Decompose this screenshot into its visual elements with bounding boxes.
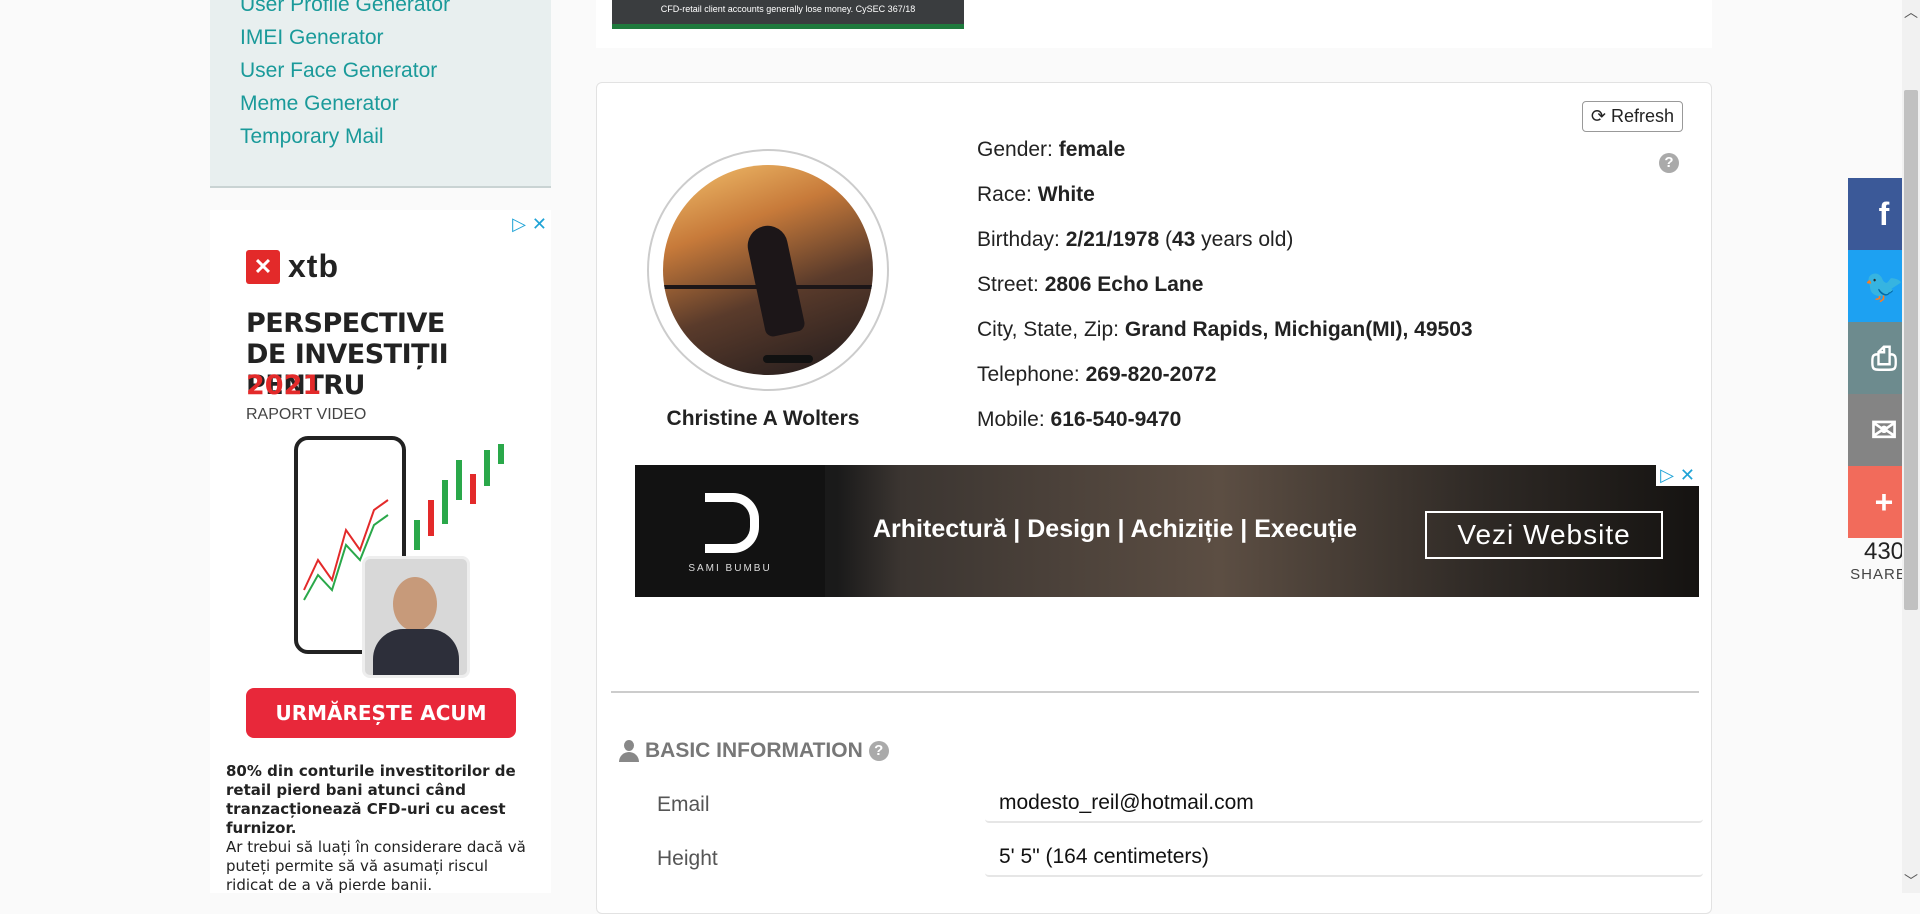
city-value: Grand Rapids, Michigan(MI), 49503	[1124, 318, 1473, 341]
xtb-logo: ✕ xtb	[246, 248, 339, 285]
help-icon[interactable]: ?	[1659, 153, 1679, 173]
refresh-button[interactable]: ⟳ Refresh	[1581, 101, 1683, 132]
refresh-label: Refresh	[1610, 106, 1674, 126]
adchoices-icon[interactable]: ▷	[1660, 465, 1674, 486]
tool-link-user-profile-generator[interactable]: User Profile Generator	[240, 0, 450, 21]
tools-list: User Profile Generator IMEI Generator Us…	[240, 0, 450, 153]
scroll-up-icon[interactable]: ︿	[1902, 2, 1920, 22]
city-row: City, State, Zip: Grand Rapids, Michigan…	[977, 318, 1473, 341]
scrollbar-thumb[interactable]	[1904, 90, 1918, 610]
email-field[interactable]: modesto_reil@hotmail.com	[985, 783, 1703, 823]
birthday-row: Birthday: 2/21/1978 (43 years old)	[977, 228, 1294, 251]
banner-text: Arhitectură | Design | Achiziție | Execu…	[873, 515, 1358, 543]
side-advertisement[interactable]: ▷ ✕ ✕ xtb PERSPECTIVE DE INVESTIȚII PENT…	[210, 210, 551, 893]
ad-year: 2021	[246, 370, 322, 401]
section-divider	[611, 691, 1699, 693]
top-advertisement[interactable]: CFD-retail client accounts generally los…	[612, 0, 964, 29]
gender-value: female	[1058, 138, 1126, 161]
email-label: Email	[657, 793, 710, 816]
tool-link-temporary-mail[interactable]: Temporary Mail	[240, 120, 450, 153]
xtb-brand: xtb	[288, 248, 339, 284]
telephone-value: 269-820-2072	[1085, 363, 1217, 386]
logo-text: SAMI BUMBU	[688, 563, 772, 574]
top-ad-container: CFD-retail client accounts generally los…	[596, 0, 1712, 48]
banner-ad-choices[interactable]: ▷ ✕	[1656, 465, 1699, 486]
height-field[interactable]: 5' 5" (164 centimeters)	[985, 837, 1703, 877]
birthday-value: 2/21/1978	[1065, 228, 1160, 251]
mobile-value: 616-540-9470	[1050, 408, 1182, 431]
telephone-row: Telephone: 269-820-2072	[977, 363, 1217, 386]
race-value: White	[1037, 183, 1095, 206]
ad-choices[interactable]: ▷ ✕	[512, 214, 547, 235]
help-icon[interactable]: ?	[868, 741, 889, 761]
print-icon: ⎙	[1871, 340, 1897, 376]
close-icon[interactable]: ✕	[1680, 465, 1695, 486]
profile-details: Gender: female Race: White Birthday: 2/2…	[977, 127, 1473, 442]
basic-info-title: BASIC INFORMATION	[645, 739, 863, 762]
profile-name: Christine A Wolters	[666, 407, 860, 430]
scrollbar[interactable]: ︿ ﹀	[1902, 0, 1920, 893]
candlesticks-illustration	[414, 444, 504, 550]
refresh-icon: ⟳	[1590, 106, 1606, 126]
visit-website-button[interactable]: Vezi Website	[1425, 511, 1663, 559]
plus-icon: +	[1874, 484, 1894, 520]
age-value: 43	[1171, 228, 1196, 251]
close-icon[interactable]: ✕	[532, 214, 547, 235]
ad-subtitle: RAPORT VIDEO	[246, 406, 367, 423]
xtb-mark-icon: ✕	[246, 249, 280, 284]
tools-panel: User Profile Generator IMEI Generator Us…	[210, 0, 551, 188]
twitter-icon: 🐦	[1864, 268, 1904, 304]
race-row: Race: White	[977, 183, 1095, 206]
ad-disclaimer: 80% din conturile investitorilor de reta…	[226, 762, 538, 893]
gender-row: Gender: female	[977, 138, 1126, 161]
mail-icon: ✉	[1870, 412, 1898, 448]
basic-info-heading: BASIC INFORMATION ?	[619, 739, 889, 763]
adchoices-icon[interactable]: ▷	[512, 214, 526, 235]
scroll-down-icon[interactable]: ﹀	[1902, 871, 1920, 891]
presenter-image	[362, 556, 470, 678]
sami-bumbu-logo: SAMI BUMBU	[635, 465, 825, 597]
ad-cta-button[interactable]: URMĂREȘTE ACUM	[246, 688, 516, 738]
info-row-email: Email modesto_reil@hotmail.com	[597, 783, 1711, 833]
ad-disclaimer-text: Ar trebui să luați în considerare dacă v…	[226, 838, 526, 893]
info-row-height: Height 5' 5" (164 centimeters)	[597, 837, 1711, 887]
sidebar: User Profile Generator IMEI Generator Us…	[210, 0, 551, 893]
mobile-row: Mobile: 616-540-9470	[977, 408, 1182, 431]
profile-card: ⟳ Refresh ? Christine A Wolters Gender: …	[596, 82, 1712, 914]
height-label: Height	[657, 847, 718, 870]
avatar-frame	[647, 149, 889, 391]
ad-disclaimer-bold: 80% din conturile investitorilor de reta…	[226, 762, 516, 837]
user-icon	[619, 740, 639, 762]
tool-link-user-face-generator[interactable]: User Face Generator	[240, 54, 450, 87]
tool-link-imei-generator[interactable]: IMEI Generator	[240, 21, 450, 54]
ad-headline-line1: PERSPECTIVE	[246, 308, 445, 339]
banner-advertisement[interactable]: SAMI BUMBU Arhitectură | Design | Achizi…	[635, 465, 1699, 597]
avatar	[663, 165, 873, 375]
tool-link-meme-generator[interactable]: Meme Generator	[240, 87, 450, 120]
street-row: Street: 2806 Echo Lane	[977, 273, 1204, 296]
street-value: 2806 Echo Lane	[1044, 273, 1204, 296]
facebook-icon: f	[1878, 196, 1890, 232]
